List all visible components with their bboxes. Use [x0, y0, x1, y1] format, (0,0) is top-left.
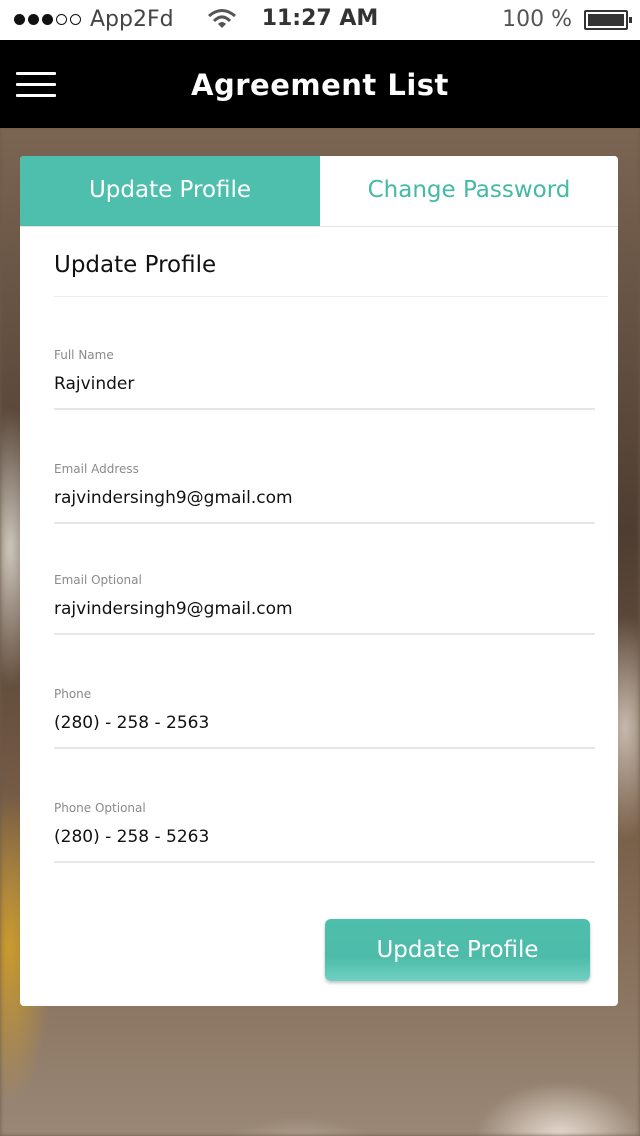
section-title: Update Profile: [54, 252, 217, 278]
field-label: Email Address: [54, 462, 139, 476]
field-underline: [54, 861, 595, 863]
page-title: Agreement List: [191, 68, 449, 102]
field-label: Email Optional: [54, 573, 142, 587]
battery-icon: [584, 10, 632, 30]
field-underline: [54, 522, 595, 524]
field-underline: [54, 408, 595, 410]
battery-percentage: 100 %: [502, 7, 572, 32]
field-label: Phone Optional: [54, 801, 146, 815]
field-label: Phone: [54, 687, 92, 701]
navigation-bar: Agreement List: [0, 40, 640, 128]
tab-update-profile[interactable]: Update Profile: [20, 156, 320, 226]
profile-card: Update Profile Change Password Update Pr…: [20, 156, 618, 1006]
email-address-input[interactable]: [54, 488, 595, 508]
email-address-field: Email Address: [54, 462, 595, 524]
email-optional-field: Email Optional: [54, 573, 595, 635]
field-label: Full Name: [54, 348, 114, 362]
phone-optional-input[interactable]: [54, 827, 595, 847]
tab-bar: Update Profile Change Password: [20, 156, 618, 227]
update-profile-button[interactable]: Update Profile: [325, 919, 590, 981]
divider: [54, 296, 608, 297]
full-name-input[interactable]: [54, 374, 595, 394]
phone-field: Phone: [54, 687, 595, 749]
tab-change-password[interactable]: Change Password: [320, 156, 618, 226]
phone-input[interactable]: [54, 713, 595, 733]
status-bar: App2Fd 11:27 AM 100 %: [0, 0, 640, 40]
phone-optional-field: Phone Optional: [54, 801, 595, 863]
full-name-field: Full Name: [54, 348, 595, 410]
field-underline: [54, 747, 595, 749]
email-optional-input[interactable]: [54, 599, 595, 619]
field-underline: [54, 633, 595, 635]
